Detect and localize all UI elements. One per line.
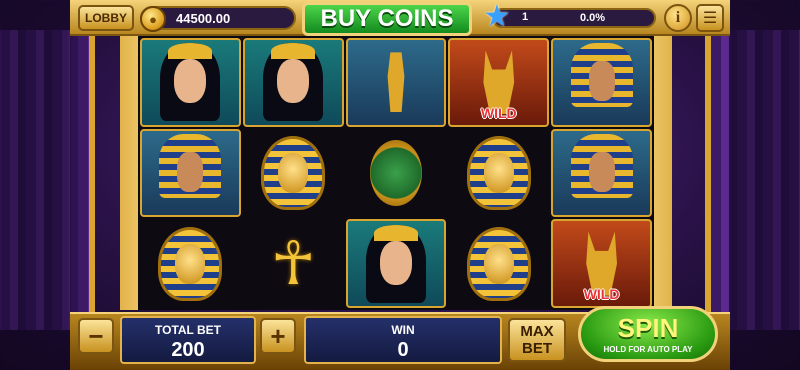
reel-cell-pharaoh-mask: [448, 129, 549, 218]
menu-button[interactable]: ☰: [696, 4, 724, 32]
max-bet-button[interactable]: MAX BET: [508, 318, 566, 362]
horus-statue-symbol-icon: [387, 52, 405, 113]
spin-button[interactable]: SPIN HOLD FOR AUTO PLAY: [578, 306, 718, 362]
total-bet-label: TOTAL BET: [155, 323, 221, 337]
total-bet-value: 200: [171, 339, 205, 361]
pharaoh-king-symbol-icon: [570, 43, 633, 121]
info-button[interactable]: i: [664, 4, 692, 32]
win-label: WIN: [391, 323, 415, 337]
lobby-button[interactable]: LOBBY: [78, 5, 134, 31]
pharaoh-mask-symbol-icon: [261, 135, 326, 210]
spin-label: SPIN: [617, 313, 679, 343]
reel-cell-anubis-wild: WILD: [448, 38, 550, 127]
pharaoh-mask-symbol-icon: [466, 135, 531, 210]
pharaoh-mask-symbol-icon: [466, 226, 531, 301]
coin-balance: ● 44500.00: [140, 6, 296, 32]
queen-symbol-icon: [365, 224, 426, 303]
right-edge-shade: [730, 0, 800, 370]
reel-cell-anubis-wild: WILD: [551, 219, 652, 308]
spin-auto-play-hint: HOLD FOR AUTO PLAY: [603, 345, 693, 354]
reel-cell-horus-statue: [345, 38, 447, 127]
queen-symbol-icon: [160, 43, 221, 122]
pharaoh-king-symbol-icon: [159, 133, 222, 212]
reel-cell-pharaoh-mask: [448, 219, 549, 308]
star-icon: ★: [483, 0, 511, 33]
buy-coins-button[interactable]: BUY COINS: [302, 2, 472, 36]
reel-grid: WILD ☥ WILD: [138, 36, 654, 310]
pharaoh-king-symbol-icon: [570, 133, 633, 212]
reel-cell-pharaoh-king: [140, 128, 241, 218]
level-progress-text: 0.0%: [580, 12, 606, 24]
increase-bet-button[interactable]: +: [260, 318, 296, 354]
reel-cell-pharaoh-king: [551, 128, 652, 218]
reel-cell-pharaoh-mask: [243, 129, 344, 218]
queen-symbol-icon: [263, 43, 324, 122]
level-progress-bar: 1 0.0%: [492, 8, 656, 28]
reel-cell-ankh: ☥: [243, 219, 344, 308]
pharaoh-mask-symbol-icon: [158, 226, 223, 301]
reel-cell-pharaoh-king: [551, 38, 652, 127]
max-bet-label-line2: BET: [522, 340, 552, 357]
max-bet-label-line1: MAX: [520, 323, 554, 340]
level-number: 1: [522, 11, 529, 23]
reel-cell-queen: [242, 38, 344, 127]
ankh-symbol-icon: ☥: [270, 228, 316, 299]
scarab-symbol-icon: [369, 139, 422, 206]
wild-label: WILD: [480, 104, 517, 121]
decrease-bet-button[interactable]: −: [78, 318, 114, 354]
reel-cell-queen: [345, 219, 447, 308]
coin-icon: ●: [140, 6, 166, 32]
reel-cell-scarab: [346, 129, 447, 218]
left-edge-shade: [0, 0, 70, 370]
total-bet-panel: TOTAL BET 200: [120, 316, 256, 364]
win-panel: WIN 0: [304, 316, 502, 364]
reel-cell-pharaoh-mask: [140, 219, 241, 308]
win-value: 0: [397, 339, 409, 361]
reel-frame: WILD ☥ WILD: [120, 36, 672, 310]
wild-label: WILD: [583, 285, 620, 302]
balance-value: 44500.00: [176, 11, 231, 26]
reel-cell-queen: [140, 38, 241, 127]
